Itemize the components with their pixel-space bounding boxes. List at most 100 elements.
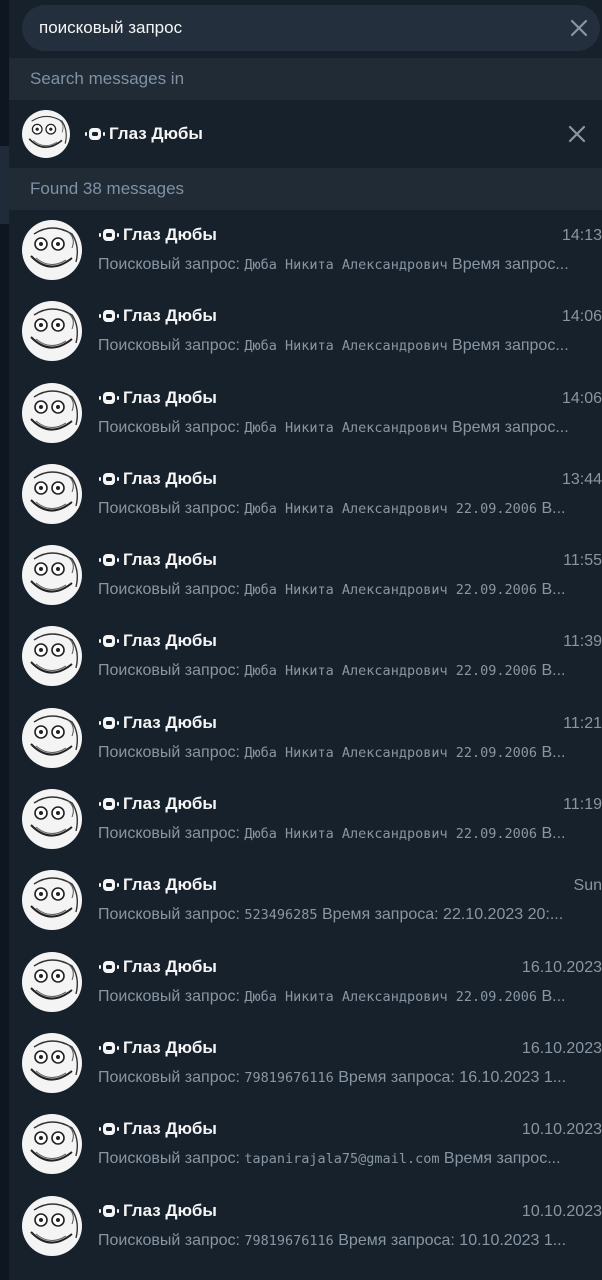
search-result-row[interactable]: Глаз Дюбы 16.10.2023 Поисковый запрос: 7… [9,1032,602,1114]
found-count-label: Found 38 messages [30,179,185,198]
result-chat-name: Глаз Дюбы [98,1201,217,1221]
preview-suffix: Время запрос... [447,418,569,436]
close-icon[interactable] [566,123,588,145]
preview-suffix: Время запрос... [439,1150,561,1168]
preview-suffix: В... [537,499,566,517]
result-chat-label: Глаз Дюбы [123,875,217,895]
preview-query: 79819676116 [244,1069,334,1086]
result-preview: Поисковый запрос: Дюба Никита Александро… [98,337,602,355]
result-chat-name: Глаз Дюбы [98,1038,217,1058]
troll-face-avatar [22,626,82,687]
result-time: 11:19 [563,796,602,814]
troll-face-avatar [22,1195,82,1256]
preview-suffix: В... [537,825,566,843]
preview-prefix: Поисковый запрос: [98,1231,245,1249]
troll-face-avatar [22,789,82,850]
result-time: 14:06 [561,308,602,326]
troll-face-avatar [22,1032,82,1093]
result-preview: Поисковый запрос: 79819676116 Время запр… [98,1069,602,1087]
result-time: 11:21 [563,714,602,732]
result-time: 16.10.2023 [521,958,602,976]
preview-query: Дюба Никита Александрович [244,419,448,436]
result-chat-label: Глаз Дюбы [123,468,217,488]
chat-filter-item[interactable]: Глаз Дюбы [9,100,602,168]
search-bar [9,0,602,58]
result-preview: Поисковый запрос: Дюба Никита Александро… [98,419,602,437]
preview-suffix: В... [537,581,566,599]
search-result-row[interactable]: Глаз Дюбы 10.10.2023 Поисковый запрос: t… [9,1114,602,1195]
preview-suffix: Время запроса: 16.10.2023 1... [333,1068,567,1086]
result-chat-label: Глаз Дюбы [123,956,217,976]
result-time: 11:55 [563,552,602,570]
result-chat-label: Глаз Дюбы [123,631,217,651]
result-chat-label: Глаз Дюбы [123,1037,217,1057]
preview-prefix: Поисковый запрос: [98,1068,245,1086]
result-chat-name: Глаз Дюбы [98,225,217,245]
preview-suffix: Время запрос... [447,337,569,355]
search-result-row[interactable]: Глаз Дюбы Sun Поисковый запрос: 52349628… [9,870,602,951]
result-time: 10.10.2023 [521,1202,602,1220]
result-time: 16.10.2023 [521,1039,602,1057]
result-time: 13:44 [561,470,602,488]
troll-face-avatar [22,463,82,524]
search-result-row[interactable]: Глаз Дюбы 11:55 Поисковый запрос: Дюба Н… [9,545,602,626]
bot-icon [85,128,105,140]
search-result-row[interactable]: Глаз Дюбы 16.10.2023 Поисковый запрос: Д… [9,951,602,1033]
result-preview: Поисковый запрос: Дюба Никита Александро… [98,500,602,518]
result-chat-label: Глаз Дюбы [123,550,217,570]
result-preview: Поисковый запрос: tapanirajala75@gmail.c… [98,1150,602,1168]
preview-suffix: В... [537,987,566,1005]
search-result-row[interactable]: Глаз Дюбы 11:21 Поисковый запрос: Дюба Н… [9,707,602,789]
preview-prefix: Поисковый запрос: [98,499,245,517]
bot-icon [99,472,119,485]
result-chat-name: Глаз Дюбы [98,794,217,814]
search-result-row[interactable]: Глаз Дюбы 11:39 Поисковый запрос: Дюба Н… [9,626,602,707]
preview-prefix: Поисковый запрос: [98,662,245,680]
preview-suffix: В... [537,662,566,680]
preview-query: Дюба Никита Александрович [244,257,448,273]
result-preview: Поисковый запрос: 523496285 Время запрос… [98,906,602,924]
troll-face-avatar [22,1114,82,1175]
result-preview: Поисковый запрос: Дюба Никита Александро… [98,256,602,274]
close-icon[interactable] [568,17,590,39]
search-input[interactable] [39,18,539,38]
search-box [22,5,600,51]
bot-icon [99,960,119,973]
search-result-row[interactable]: Глаз Дюбы 14:13 Поисковый запрос: Дюба Н… [9,220,602,301]
preview-suffix: Время запроса: 10.10.2023 1... [333,1231,567,1249]
preview-query: Дюба Никита Александрович 22.09.2006 [244,988,537,1005]
bot-icon [99,391,119,404]
search-result-row[interactable]: Глаз Дюбы 14:06 Поисковый запрос: Дюба Н… [9,301,602,382]
troll-face-avatar [22,220,82,280]
result-time: Sun [573,877,602,895]
chat-filter-name: Глаз Дюбы [84,124,203,144]
troll-face-avatar [22,545,82,606]
bot-icon [99,1041,119,1054]
bot-icon [99,798,119,811]
result-chat-name: Глаз Дюбы [98,631,217,651]
result-preview: Поисковый запрос: Дюба Никита Александро… [98,825,602,843]
search-result-row[interactable]: Глаз Дюбы 14:06 Поисковый запрос: Дюба Н… [9,382,602,464]
left-panel-edge [0,0,9,1280]
result-chat-label: Глаз Дюбы [123,387,217,407]
result-chat-label: Глаз Дюбы [123,1200,217,1220]
result-chat-name: Глаз Дюбы [98,306,217,326]
preview-query: Дюба Никита Александрович [244,338,448,355]
troll-face-avatar [22,707,82,768]
result-chat-label: Глаз Дюбы [123,1119,217,1139]
result-preview: Поисковый запрос: Дюба Никита Александро… [98,744,602,762]
preview-prefix: Поисковый запрос: [98,743,245,761]
preview-query: Дюба Никита Александрович 22.09.2006 [244,663,537,680]
result-chat-name: Глаз Дюбы [98,957,217,977]
search-in-label: Search messages in [30,69,185,88]
preview-prefix: Поисковый запрос: [98,987,245,1005]
result-chat-label: Глаз Дюбы [123,794,217,814]
troll-face-avatar [22,110,70,158]
result-chat-name: Глаз Дюбы [98,713,217,733]
preview-prefix: Поисковый запрос: [98,581,245,599]
search-result-row[interactable]: Глаз Дюбы 10.10.2023 Поисковый запрос: 7… [9,1195,602,1277]
search-result-row[interactable]: Глаз Дюбы 13:44 Поисковый запрос: Дюба Н… [9,463,602,545]
result-chat-label: Глаз Дюбы [123,712,217,732]
search-result-row[interactable]: Глаз Дюбы 11:19 Поисковый запрос: Дюба Н… [9,789,602,870]
search-in-header: Search messages in [9,58,602,100]
